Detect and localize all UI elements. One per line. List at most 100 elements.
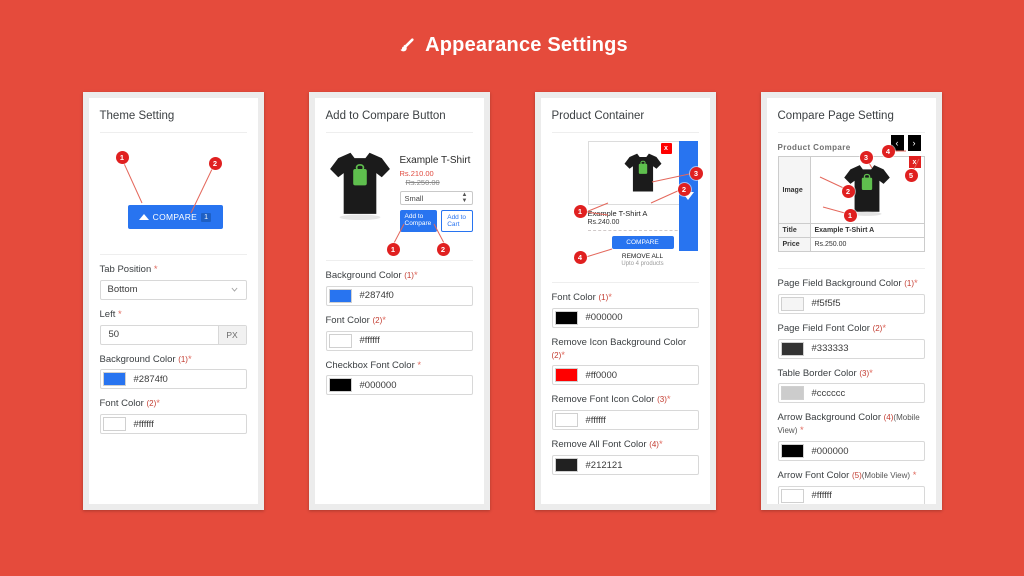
theme-setting-preview: 1 2 COMPARE 1 bbox=[99, 133, 247, 255]
color-swatch-font[interactable] bbox=[102, 417, 126, 432]
marker-badge-4: 4 bbox=[573, 251, 587, 264]
required-asterisk: * bbox=[869, 367, 873, 379]
required-asterisk: * bbox=[417, 359, 422, 371]
label-remove-all-font-color: Remove All Font Color (4)* bbox=[551, 439, 663, 451]
field-page-field-font-color: Page Field Font Color (2)* #333333 bbox=[777, 322, 925, 359]
card-title-add-to-compare-button: Add to Compare Button bbox=[325, 110, 473, 133]
card-title-compare-page-setting: Compare Page Setting bbox=[777, 110, 925, 133]
arrow-next-button[interactable]: › bbox=[907, 135, 921, 151]
color-swatch-font[interactable] bbox=[554, 310, 578, 325]
product-old-price: Rs.250.00 bbox=[405, 178, 440, 187]
mobile-arrow-buttons: ‹ › bbox=[890, 135, 921, 151]
label-page-field-font-color: Page Field Font Color (2)* bbox=[777, 322, 887, 334]
select-tab-position-value: Bottom bbox=[107, 284, 138, 296]
input-remove-all-font-color[interactable]: #212121 bbox=[551, 455, 699, 476]
input-remove-icon-background-color[interactable]: #ff0000 bbox=[551, 365, 699, 386]
compare-tab-button-preview[interactable]: COMPARE 1 bbox=[127, 205, 223, 229]
marker-badge-2: 2 bbox=[677, 183, 691, 196]
input-background-color-value: #2874f0 bbox=[359, 290, 394, 302]
input-font-color[interactable]: #ffffff bbox=[325, 330, 473, 351]
field-font-color: Font Color (2)* #ffffff bbox=[99, 398, 247, 435]
input-background-color[interactable]: #2874f0 bbox=[325, 285, 473, 306]
input-font-color-value: #ffffff bbox=[133, 418, 154, 430]
label-font-color: Font Color (2)* bbox=[325, 314, 386, 326]
marker-badge-2: 2 bbox=[208, 157, 222, 170]
input-left[interactable]: 50 PX bbox=[99, 324, 247, 345]
label-remove-font-icon-color: Remove Font Icon Color (3)* bbox=[551, 394, 671, 406]
input-arrow-background-color[interactable]: #000000 bbox=[777, 441, 925, 462]
color-swatch-background[interactable] bbox=[328, 288, 352, 303]
input-arrow-font-color-value: #ffffff bbox=[811, 490, 832, 502]
field-table-border-color: Table Border Color (3)* #cccccc bbox=[777, 367, 925, 404]
field-page-field-background-color: Page Field Background Color (1)* #f5f5f5 bbox=[777, 278, 925, 314]
color-swatch-arrow-font[interactable] bbox=[780, 488, 804, 503]
label-arrow-background-color: Arrow Background Color (4)(Mobile View) … bbox=[777, 412, 920, 437]
color-swatch-remove-all-font[interactable] bbox=[554, 458, 578, 473]
required-asterisk: * bbox=[800, 425, 804, 437]
compare-table: Image Title Example T-Shirt A Price Rs.2… bbox=[777, 156, 925, 252]
required-asterisk: * bbox=[912, 470, 917, 482]
input-page-field-font-color-value: #333333 bbox=[811, 343, 849, 355]
required-asterisk: * bbox=[914, 278, 918, 289]
color-swatch-font[interactable] bbox=[328, 333, 352, 348]
required-asterisk: * bbox=[666, 394, 671, 406]
unit-suffix-px: PX bbox=[217, 325, 246, 344]
input-remove-font-icon-color[interactable]: #ffffff bbox=[551, 410, 699, 431]
color-swatch-remove-font-icon[interactable] bbox=[554, 413, 578, 428]
input-table-border-color[interactable]: #cccccc bbox=[777, 383, 925, 404]
color-swatch-background[interactable] bbox=[102, 372, 126, 387]
color-swatch-page-field-font[interactable] bbox=[780, 341, 804, 356]
field-left: Left * 50 PX bbox=[99, 309, 247, 345]
input-background-color[interactable]: #2874f0 bbox=[99, 369, 247, 390]
label-tab-position: Tab Position * bbox=[99, 264, 158, 275]
color-swatch-arrow-bg[interactable] bbox=[780, 444, 804, 459]
label-font-color: Font Color (1)* bbox=[551, 292, 612, 303]
input-page-field-font-color[interactable]: #333333 bbox=[777, 338, 925, 359]
page-title-text: Appearance Settings bbox=[425, 34, 628, 56]
required-asterisk: * bbox=[187, 353, 192, 365]
marker-badge-1: 1 bbox=[843, 209, 857, 222]
required-asterisk: * bbox=[382, 314, 386, 326]
input-arrow-font-color[interactable]: #ffffff bbox=[777, 485, 925, 504]
slide-toggle-bar[interactable] bbox=[678, 141, 698, 251]
remove-column-close-icon[interactable]: x bbox=[908, 156, 921, 168]
color-swatch-table-border[interactable] bbox=[780, 386, 804, 401]
card-title-theme-setting: Theme Setting bbox=[99, 110, 247, 133]
compare-count-badge: 1 bbox=[201, 212, 212, 222]
variant-select[interactable]: Small ▲ ▼ bbox=[399, 191, 473, 205]
field-font-color: Font Color (1)* #000000 bbox=[551, 292, 699, 328]
input-checkbox-font-color[interactable]: #000000 bbox=[325, 375, 473, 396]
field-remove-font-icon-color: Remove Font Icon Color (3)* #ffffff bbox=[551, 394, 699, 431]
add-to-cart-button-preview[interactable]: Add to Cart bbox=[441, 210, 473, 232]
compare-button-preview[interactable]: COMPARE bbox=[611, 236, 674, 249]
color-swatch-remove-icon-bg[interactable] bbox=[554, 368, 578, 383]
input-remove-font-icon-color-value: #ffffff bbox=[585, 414, 606, 426]
table-row: Title Example T-Shirt A bbox=[777, 223, 925, 238]
required-asterisk: * bbox=[561, 349, 565, 361]
compare-button-label: COMPARE bbox=[152, 212, 198, 222]
color-swatch-page-field-bg[interactable] bbox=[780, 296, 804, 311]
product-image-wrap bbox=[326, 145, 394, 232]
label-arrow-font-color: Arrow Font Color (5)(Mobile View) * bbox=[777, 470, 917, 482]
settings-cards-row: Theme Setting 1 2 COMPARE 1 Tab Position… bbox=[0, 92, 1024, 510]
marker-badge-1: 1 bbox=[573, 205, 587, 218]
select-tab-position[interactable]: Bottom bbox=[99, 279, 247, 300]
field-background-color: Background Color (1)* #2874f0 bbox=[325, 270, 473, 306]
input-font-color[interactable]: #000000 bbox=[551, 307, 699, 328]
input-page-field-background-color[interactable]: #f5f5f5 bbox=[777, 293, 925, 314]
required-asterisk: * bbox=[658, 439, 663, 451]
marker-badge-4: 4 bbox=[881, 145, 895, 158]
card-product-container: Product Container Example T-Shirt A Rs.2… bbox=[534, 92, 716, 510]
input-font-color[interactable]: #ffffff bbox=[99, 414, 247, 435]
row-value-image bbox=[809, 156, 925, 224]
tshirt-image bbox=[329, 152, 390, 221]
page-title: Appearance Settings bbox=[0, 34, 1024, 57]
required-asterisk: * bbox=[882, 322, 887, 334]
add-to-compare-button-preview[interactable]: Add to Compare bbox=[399, 210, 438, 232]
color-swatch-checkbox-font[interactable] bbox=[328, 378, 352, 393]
input-left-value: 50 bbox=[108, 329, 120, 341]
remove-item-close-icon[interactable]: x bbox=[660, 143, 672, 154]
remove-all-link[interactable]: REMOVE ALL bbox=[588, 253, 698, 260]
input-arrow-background-color-value: #000000 bbox=[811, 445, 849, 457]
row-label-price: Price bbox=[777, 237, 811, 252]
